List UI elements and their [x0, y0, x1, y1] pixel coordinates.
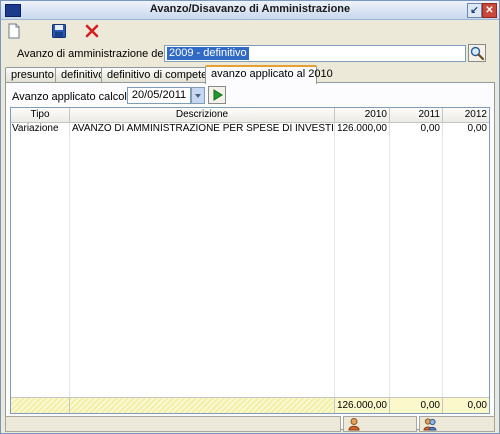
tab-definitivo-competenza[interactable]: definitivo di competenza	[101, 67, 225, 82]
status-bar	[5, 416, 495, 432]
users-icon	[423, 418, 437, 431]
cell-2012: 0,00	[443, 123, 489, 135]
status-segment	[5, 416, 341, 432]
total-2010: 126.000,00	[335, 398, 390, 413]
save-icon[interactable]	[51, 23, 67, 39]
new-document-icon[interactable]	[6, 23, 22, 39]
status-segment-users	[419, 416, 495, 432]
main-window: Avanzo/Disavanzo di Amministrazione ↙ ✕ …	[0, 0, 500, 434]
data-grid: Tipo Descrizione 2010 2011 2012 Variazio…	[10, 107, 490, 414]
cell-2010: 126.000,00	[335, 123, 390, 135]
esercizio-field[interactable]: 2009 - definitivo	[164, 45, 466, 62]
tab-definitivo[interactable]: definitivo	[55, 67, 104, 82]
window-title: Avanzo/Disavanzo di Amministrazione	[149, 3, 351, 15]
totals-filler	[70, 398, 335, 413]
chevron-down-icon[interactable]	[191, 87, 205, 104]
column-header-tipo[interactable]: Tipo	[11, 108, 70, 123]
tab-panel: Avanzo applicato calcolato al: 20/05/201…	[5, 82, 495, 430]
user-icon	[348, 418, 360, 431]
title-bar: Avanzo/Disavanzo di Amministrazione ↙ ✕	[1, 1, 499, 20]
cell-descrizione: AVANZO DI AMMINISTRAZIONE PER SPESE DI I…	[72, 123, 335, 135]
status-segment-user	[343, 416, 417, 432]
totals-row: 126.000,00 0,00 0,00	[11, 397, 489, 413]
close-button[interactable]: ✕	[482, 3, 497, 18]
restore-button[interactable]: ↙	[467, 3, 482, 18]
total-2011: 0,00	[390, 398, 443, 413]
play-icon[interactable]	[208, 86, 226, 104]
column-header-descrizione[interactable]: Descrizione	[70, 108, 335, 123]
cell-tipo: Variazione	[11, 123, 70, 135]
column-header-2011[interactable]: 2011	[390, 108, 443, 123]
totals-filler	[11, 398, 70, 413]
column-header-2010[interactable]: 2010	[335, 108, 390, 123]
tab-presunto[interactable]: presunto	[5, 67, 57, 82]
cell-2011: 0,00	[390, 123, 443, 135]
calc-date-field[interactable]: 20/05/2011	[127, 87, 191, 104]
search-icon[interactable]	[468, 44, 486, 62]
delete-icon[interactable]	[84, 23, 100, 39]
total-2012: 0,00	[443, 398, 489, 413]
toolbar	[1, 20, 499, 42]
column-header-2012[interactable]: 2012	[443, 108, 489, 123]
tab-avanzo-applicato-2010[interactable]: avanzo applicato al 2010	[205, 65, 333, 84]
esercizio-value: 2009 - definitivo	[167, 47, 249, 60]
